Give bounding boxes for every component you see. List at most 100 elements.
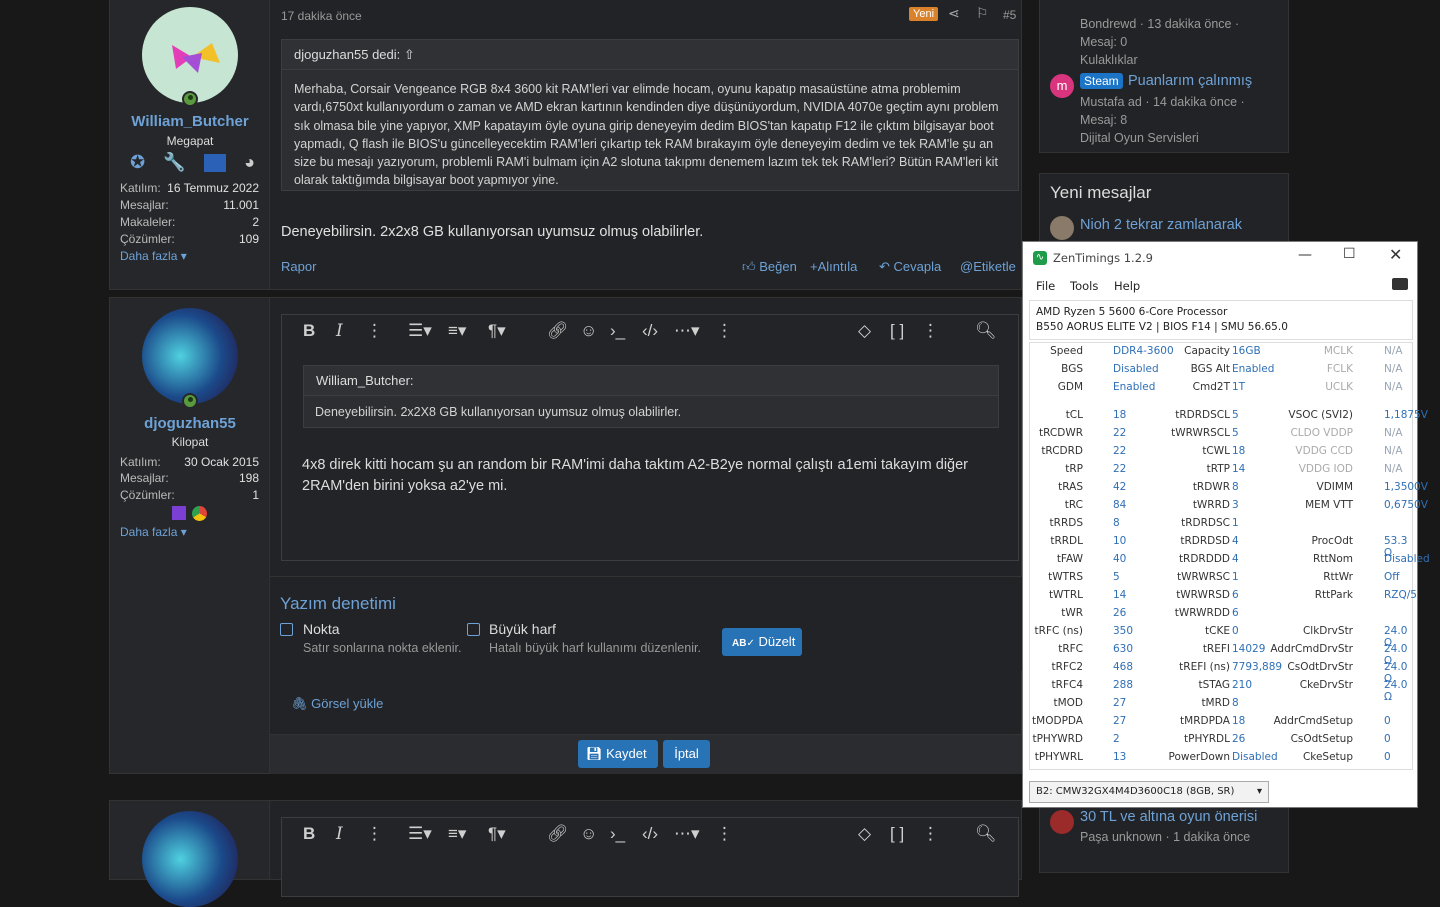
arrow-up-icon[interactable]: ⇧ xyxy=(404,47,415,62)
eraser-icon[interactable]: ◇ xyxy=(858,321,871,341)
list-icon[interactable]: ☰▾ xyxy=(408,321,432,341)
code-inline-icon[interactable]: ›_ xyxy=(610,321,625,341)
emoji-icon[interactable]: ☺ xyxy=(580,321,597,341)
steam-tag[interactable]: Steam xyxy=(1080,73,1123,89)
code-icon[interactable]: ‹/› xyxy=(642,824,658,844)
timing-label: VDIMM xyxy=(1316,481,1353,493)
link-icon[interactable]: 🔗︎ xyxy=(547,321,569,341)
more-link[interactable]: Daha fazla ▾ xyxy=(120,249,187,263)
wrench-icon[interactable]: 🔧 xyxy=(163,152,185,176)
tag-button[interactable]: @Etiketle xyxy=(960,259,1016,274)
close-button[interactable]: ✕ xyxy=(1389,245,1402,264)
thread-category[interactable]: Kulaklıklar xyxy=(1080,53,1138,67)
minimize-button[interactable]: — xyxy=(1298,247,1312,263)
chrome-icon[interactable] xyxy=(192,506,207,521)
pc-icon[interactable] xyxy=(203,154,226,172)
quote-header[interactable]: djoguzhan55 dedi: ⇧ xyxy=(282,40,1018,70)
post-body: Deneyebilirsin. 2x2x8 GB kullanıyorsan u… xyxy=(281,224,704,240)
paragraph-icon[interactable]: ¶▾ xyxy=(488,321,506,341)
thread-title[interactable]: Nioh 2 tekrar zamlanarak xyxy=(1080,217,1242,233)
reply-button[interactable]: ↶ Cevapla xyxy=(879,259,941,275)
thread-category[interactable]: Dijital Oyun Servisleri xyxy=(1080,131,1199,145)
brackets-icon[interactable]: [ ] xyxy=(890,824,904,844)
quote-header[interactable]: William_Butcher: xyxy=(304,366,998,396)
avatar[interactable] xyxy=(142,811,238,907)
timing-label: ClkDrvStr xyxy=(1302,625,1353,637)
username[interactable]: djoguzhan55 xyxy=(110,415,270,432)
timing-value: 24.0 Ω xyxy=(1384,679,1408,703)
gauge-icon[interactable]: ◕ xyxy=(244,152,255,176)
user-sidebar: William_Butcher Megapat ✪ 🔧 ◕ Katılım: 16… xyxy=(110,0,270,289)
bookmark-icon[interactable]: ⚐ xyxy=(976,5,989,22)
more-options-icon[interactable]: ⋯▾ xyxy=(674,321,700,341)
more-vertical-icon[interactable]: ⋮ xyxy=(922,824,939,844)
username[interactable]: William_Butcher xyxy=(110,113,270,130)
bold-icon[interactable]: B xyxy=(303,321,315,341)
post-5: William_Butcher Megapat ✪ 🔧 ◕ Katılım: 16… xyxy=(109,0,1022,290)
like-button[interactable]: 👍︎ Beğen xyxy=(742,259,797,275)
link-icon[interactable]: 🔗︎ xyxy=(547,824,569,844)
preview-icon[interactable]: 🔍︎ xyxy=(975,321,997,341)
post-number[interactable]: #5 xyxy=(1003,8,1016,22)
camera-icon[interactable] xyxy=(1392,278,1408,290)
italic-icon[interactable]: I xyxy=(336,824,343,844)
more-vertical-icon[interactable]: ⋮ xyxy=(366,321,383,341)
avatar[interactable] xyxy=(1050,216,1074,240)
dimm-select[interactable]: B2: CMW32GX4M4D3600C18 (8GB, SR) ▾ xyxy=(1029,781,1269,803)
align-icon[interactable]: ≡▾ xyxy=(448,321,466,341)
timing-value: N/A xyxy=(1384,445,1403,457)
thread-msgcount: Mesaj: 8 xyxy=(1080,113,1128,127)
bold-icon[interactable]: B xyxy=(303,824,315,844)
checkbox-buyuk-harf[interactable] xyxy=(467,623,480,636)
editor-text[interactable]: 4x8 direk kitti hocam şu an random bir R… xyxy=(302,455,1002,497)
editor[interactable]: B I ⋮ ☰▾ ≡▾ ¶▾ 🔗︎ ☺ ›_ ‹/› ⋯▾ ⋮ ◇ [ ] ⋮ … xyxy=(281,314,1019,561)
option-label[interactable]: Büyük harf xyxy=(489,621,556,637)
menu-file[interactable]: File xyxy=(1036,279,1055,293)
stat-joined: Katılım: 30 Ocak 2015 xyxy=(120,455,259,469)
post-time[interactable]: 17 dakika önce xyxy=(281,9,362,23)
post-next: B I ⋮ ☰▾ ≡▾ ¶▾ 🔗︎ ☺ ›_ ‹/› ⋯▾ ⋮ ◇ [ ] ⋮ … xyxy=(109,800,1022,907)
thread-title[interactable]: 30 TL ve altına oyun önerisi xyxy=(1080,809,1257,825)
preview-icon[interactable]: 🔍︎ xyxy=(975,824,997,844)
save-button[interactable]: 💾︎ Kaydet xyxy=(578,740,658,768)
align-icon[interactable]: ≡▾ xyxy=(448,824,466,844)
checkbox-nokta[interactable] xyxy=(280,623,293,636)
upload-image-button[interactable]: 🖇︎ Görsel yükle xyxy=(291,696,383,712)
butterfly-icon xyxy=(172,43,220,73)
avatar[interactable] xyxy=(142,7,238,103)
list-icon[interactable]: ☰▾ xyxy=(408,824,432,844)
more-vertical-icon[interactable]: ⋮ xyxy=(716,321,733,341)
emoji-icon[interactable]: ☺ xyxy=(580,824,597,844)
windows-icon[interactable] xyxy=(172,506,186,520)
timing-value: Off xyxy=(1384,571,1400,583)
menu-tools[interactable]: Tools xyxy=(1070,279,1098,293)
cancel-button[interactable]: İptal xyxy=(663,740,710,768)
quote-button[interactable]: +Alıntıla xyxy=(810,259,857,274)
avatar[interactable]: m xyxy=(1050,74,1074,98)
stat-articles: Makaleler: 2 xyxy=(120,215,259,229)
paragraph-icon[interactable]: ¶▾ xyxy=(488,824,506,844)
more-vertical-icon[interactable]: ⋮ xyxy=(366,824,383,844)
more-link[interactable]: Daha fazla ▾ xyxy=(120,525,187,539)
fix-button[interactable]: AB✓ Düzelt xyxy=(722,628,802,656)
report-link[interactable]: Rapor xyxy=(281,259,316,274)
thread-title[interactable]: Puanlarım çalınmış xyxy=(1128,73,1252,89)
avatar[interactable] xyxy=(1050,810,1074,834)
timing-label: MCLK xyxy=(1323,345,1353,357)
thumb-up-icon: 👍︎ xyxy=(742,259,756,274)
more-options-icon[interactable]: ⋯▾ xyxy=(674,824,700,844)
avatar[interactable] xyxy=(142,308,238,404)
italic-icon[interactable]: I xyxy=(336,321,343,341)
more-vertical-icon[interactable]: ⋮ xyxy=(716,824,733,844)
editor[interactable]: B I ⋮ ☰▾ ≡▾ ¶▾ 🔗︎ ☺ ›_ ‹/› ⋯▾ ⋮ ◇ [ ] ⋮ … xyxy=(281,817,1019,897)
option-label[interactable]: Nokta xyxy=(303,621,340,637)
eraser-icon[interactable]: ◇ xyxy=(858,824,871,844)
more-vertical-icon[interactable]: ⋮ xyxy=(922,321,939,341)
menu-help[interactable]: Help xyxy=(1114,279,1140,293)
brackets-icon[interactable]: [ ] xyxy=(890,321,904,341)
maximize-button[interactable]: ☐ xyxy=(1343,246,1356,262)
code-inline-icon[interactable]: ›_ xyxy=(610,824,625,844)
share-icon[interactable]: ⋖ xyxy=(948,5,960,22)
star-badge-icon[interactable]: ✪ xyxy=(130,152,145,176)
code-icon[interactable]: ‹/› xyxy=(642,321,658,341)
